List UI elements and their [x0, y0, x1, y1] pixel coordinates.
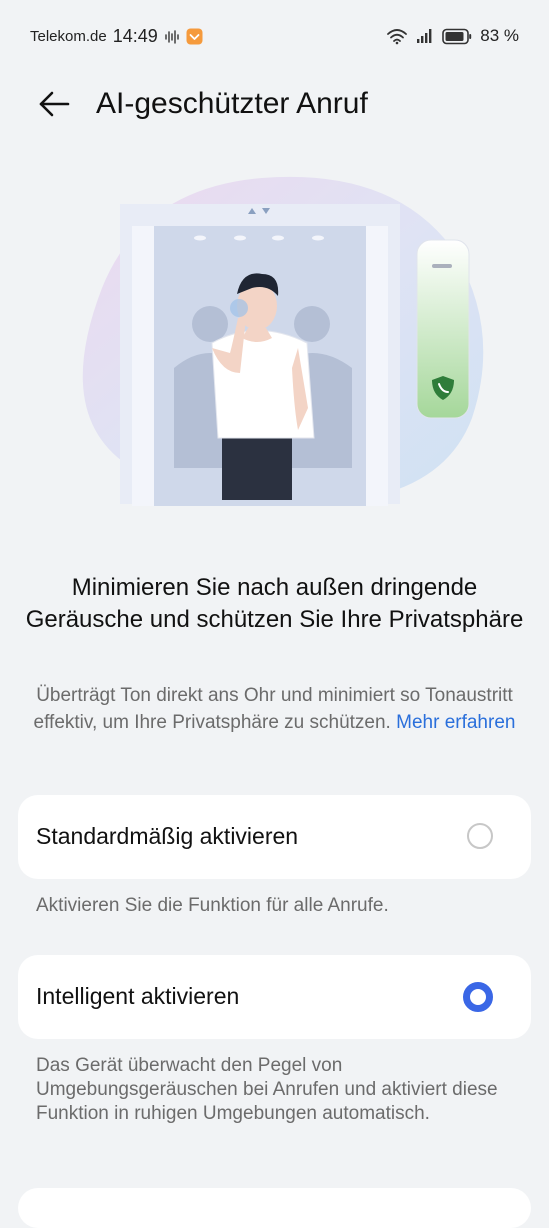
arrow-left-icon	[39, 91, 70, 117]
carrier-name: Telekom.de	[30, 28, 107, 45]
feature-description: Überträgt Ton direkt ans Ohr und minimie…	[30, 682, 519, 736]
hero-illustration	[62, 168, 492, 518]
option-description: Aktivieren Sie die Funktion für alle Anr…	[36, 895, 389, 916]
status-left: Telekom.de 14:49	[30, 26, 203, 47]
status-right: 83 %	[386, 26, 519, 46]
radio-button-default[interactable]	[467, 823, 493, 849]
back-button[interactable]	[34, 84, 74, 124]
next-setting-card[interactable]	[18, 1188, 531, 1228]
signal-icon	[416, 28, 434, 44]
voice-waveform-icon	[164, 29, 180, 44]
status-bar: Telekom.de 14:49 83 %	[0, 0, 549, 74]
battery-icon	[442, 28, 472, 45]
feature-headline: Minimieren Sie nach außen dringende Gerä…	[25, 574, 524, 633]
learn-more-link[interactable]: Mehr erfahren	[396, 712, 515, 733]
option-card-intelligent[interactable]: Intelligent aktivieren	[18, 955, 531, 1039]
page-title: AI-geschützter Anruf	[96, 87, 368, 120]
header: AI-geschützter Anruf	[0, 80, 549, 126]
battery-percentage: 83 %	[480, 26, 519, 45]
option-card-default[interactable]: Standardmäßig aktivieren	[18, 795, 531, 879]
app-notification-icon	[186, 28, 203, 45]
clock: 14:49	[112, 26, 158, 46]
option-label: Intelligent aktivieren	[36, 983, 240, 1009]
option-description: Das Gerät überwacht den Pegel von Umgebu…	[36, 1055, 498, 1124]
option-label: Standardmäßig aktivieren	[36, 823, 299, 849]
wifi-icon	[386, 27, 408, 45]
radio-button-intelligent[interactable]	[463, 982, 493, 1012]
